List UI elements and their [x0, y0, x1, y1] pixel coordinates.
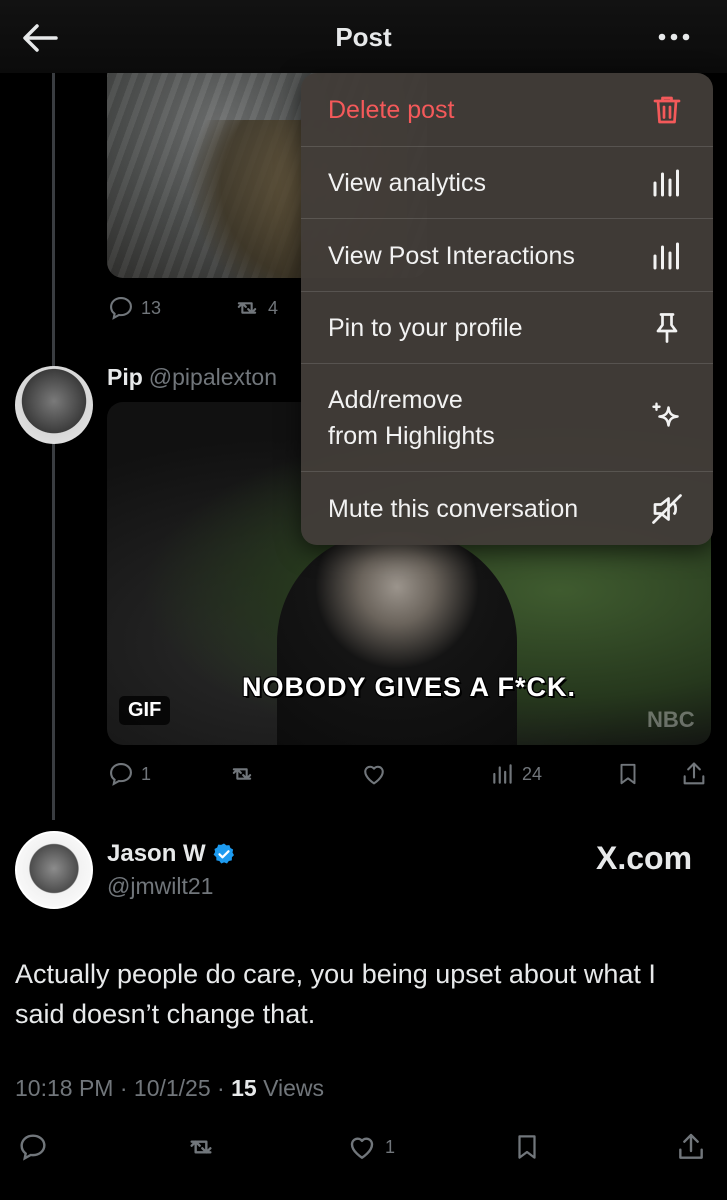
- post-date[interactable]: 10/1/25: [134, 1075, 211, 1101]
- bookmark-icon: [620, 763, 636, 785]
- repost-action[interactable]: 4: [232, 294, 278, 322]
- share-action[interactable]: [680, 760, 708, 788]
- gif-badge: GIF: [119, 696, 171, 725]
- pin-icon: [656, 313, 678, 343]
- menu-item-mute-conversation[interactable]: Mute this conversation: [301, 471, 713, 545]
- share-icon: [679, 1133, 703, 1159]
- reply-action[interactable]: 13: [107, 294, 161, 322]
- view-count: 24: [522, 763, 543, 784]
- post-text: Actually people do care, you being upset…: [15, 959, 656, 1029]
- repost-icon: [232, 768, 252, 780]
- analytics-icon: [653, 169, 679, 197]
- bookmark-icon: [518, 1135, 536, 1159]
- x-com-watermark: X.com: [596, 840, 693, 876]
- like-action[interactable]: 1: [345, 1131, 395, 1163]
- author-line: Pip @pipalexton: [107, 364, 277, 391]
- page-title: Post: [335, 22, 392, 52]
- views-label: Views: [263, 1075, 325, 1101]
- reply-count: 1: [141, 763, 152, 784]
- sparkle-icon: [652, 402, 679, 427]
- repost-count: 4: [268, 297, 279, 318]
- reply-count: 13: [141, 297, 162, 318]
- reply-icon: [20, 1134, 46, 1161]
- menu-item-label: Mute this conversation: [328, 495, 579, 523]
- menu-item-label: View analytics: [328, 169, 486, 197]
- avatar[interactable]: [15, 366, 93, 444]
- heart-icon: [350, 1137, 374, 1159]
- like-count: 1: [385, 1136, 396, 1157]
- more-icon: [658, 33, 690, 41]
- post-options-menu: Delete post View analytics View Post Int…: [301, 73, 713, 545]
- heart-icon: [364, 765, 384, 785]
- reply-action[interactable]: [17, 1131, 49, 1163]
- share-action[interactable]: [675, 1131, 707, 1163]
- repost-action[interactable]: [227, 760, 257, 788]
- thread-connector: [52, 70, 55, 820]
- views-action[interactable]: 24: [490, 760, 542, 788]
- menu-item-view-analytics[interactable]: View analytics: [301, 146, 713, 219]
- menu-item-view-post-interactions[interactable]: View Post Interactions: [301, 218, 713, 292]
- repost-action[interactable]: [183, 1131, 219, 1163]
- author-handle[interactable]: @jmwilt21: [107, 873, 213, 900]
- author-name[interactable]: Pip: [107, 364, 143, 390]
- like-action[interactable]: [360, 760, 388, 788]
- menu-item-label-line1: Add/remove: [328, 386, 463, 414]
- post-meta: 10:18 PM · 10/1/25 · 15 Views: [15, 1075, 325, 1101]
- author-name[interactable]: Jason W: [107, 840, 206, 868]
- repost-icon: [190, 1140, 212, 1154]
- share-icon: [683, 762, 705, 785]
- menu-item-label: Pin to your profile: [328, 314, 523, 342]
- more-options-button[interactable]: [650, 22, 698, 52]
- verified-badge-icon: [213, 843, 234, 864]
- reply-action[interactable]: 1: [107, 760, 151, 788]
- analytics-icon: [493, 764, 512, 784]
- menu-item-label-line2: from Highlights: [328, 422, 495, 450]
- top-bar: Post: [0, 0, 727, 73]
- trash-icon: [653, 96, 681, 124]
- menu-item-pin-to-profile[interactable]: Pin to your profile: [301, 291, 713, 364]
- menu-item-highlights[interactable]: Add/remove from Highlights: [301, 363, 713, 472]
- post-time[interactable]: 10:18 PM: [15, 1075, 113, 1101]
- mute-icon: [652, 494, 682, 524]
- reply-icon: [110, 763, 132, 786]
- analytics-icon: [653, 242, 679, 270]
- gif-watermark: NBC: [647, 707, 695, 732]
- avatar[interactable]: [15, 831, 93, 909]
- reply-icon: [110, 297, 132, 320]
- author-line: Jason W: [107, 840, 236, 868]
- gif-caption: NOBODY GIVES A F*CK.: [241, 672, 577, 702]
- menu-item-delete-post[interactable]: Delete post: [301, 73, 713, 146]
- gif-scene: [277, 532, 517, 745]
- menu-item-label: View Post Interactions: [328, 242, 575, 270]
- menu-item-label: Delete post: [328, 96, 455, 124]
- bookmark-action[interactable]: [615, 760, 641, 788]
- author-handle[interactable]: @pipalexton: [149, 364, 277, 390]
- repost-icon: [237, 302, 257, 314]
- bookmark-action[interactable]: [512, 1131, 542, 1163]
- views-count: 15: [231, 1075, 257, 1101]
